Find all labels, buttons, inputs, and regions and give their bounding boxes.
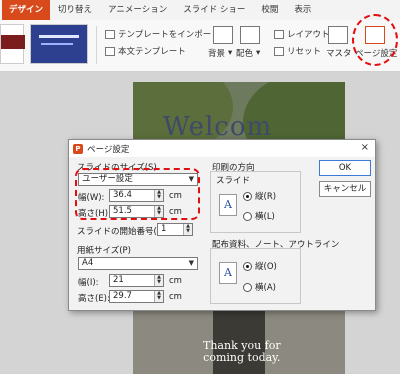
ribbon-divider [96,26,97,64]
chevron-down-icon: ▼ [188,259,194,267]
reset-icon [274,46,284,56]
master-button[interactable]: マスタ [326,47,352,59]
slide-welcome-text: Welcom [163,112,273,142]
notes-landscape-radio[interactable]: 横(A) [243,281,276,293]
highlight-rectangle [75,168,200,220]
background-icon [213,26,233,44]
portrait-page-icon: A [219,262,237,284]
close-icon[interactable]: × [361,142,369,153]
layout-icon [274,29,284,39]
spinner-arrows-icon[interactable]: ▲ ▼ [154,275,163,286]
colors-icon [240,26,260,44]
page-setup-dialog: P ページ設定 × スライドのサイズ(S) ユーザー設定 ▼ 幅(W): 36.… [68,139,376,311]
slide-portrait-radio[interactable]: 縦(R) [243,190,276,202]
portrait-page-icon: A [219,194,237,216]
reset-button[interactable]: リセット [274,45,321,57]
slide-thanks-text: Thank you for coming today. [203,340,281,364]
tab-review[interactable]: 校閲 [253,0,286,20]
paper-size-value: A4 [82,258,94,268]
background-button[interactable]: 背景 ▾ [208,47,232,59]
colors-button[interactable]: 配色 ▾ [236,47,260,59]
import-template-button[interactable]: テンプレートをインポート [105,28,220,40]
paper-width-value: 21 [113,275,124,285]
tab-design[interactable]: デザイン [2,0,51,20]
ribbon-toolbar: テンプレートをインポート 本文テンプレート 背景▾ 配色▾ レイアウト▾ リセッ… [0,20,400,72]
start-number-label: スライドの開始番号(N): [77,227,170,237]
thanks-line-2: coming today. [203,351,281,364]
start-number-field[interactable]: 1 ▲ ▼ [157,223,193,236]
dialog-title: ページ設定 [87,144,130,155]
tab-transitions[interactable]: 切り替え [50,0,100,20]
app-logo-icon: P [73,143,83,154]
radio-icon [243,282,252,292]
paper-width-label: 幅(I): [78,278,99,288]
slide-landscape-radio[interactable]: 横(L) [243,210,275,222]
slide-orientation-label: スライド [216,176,251,186]
body-template-icon [105,46,115,56]
dialog-titlebar: P ページ設定 × [69,140,375,157]
tab-animations[interactable]: アニメーション [100,0,175,20]
paper-width-field[interactable]: 21 ▲ ▼ [109,274,164,287]
paper-height-value: 29.7 [113,291,132,301]
paper-height-field[interactable]: 29.7 ▲ ▼ [109,290,164,303]
tab-view[interactable]: 表示 [286,0,319,20]
spinner-arrows-icon[interactable]: ▲ ▼ [183,224,192,235]
dropdown-icon: ▾ [228,48,233,58]
spinner-arrows-icon[interactable]: ▲ ▼ [154,291,163,302]
tab-slideshow[interactable]: スライド ショー [175,0,253,20]
paper-size-label: 用紙サイズ(P) [77,246,132,256]
radio-icon [243,211,252,221]
cancel-button[interactable]: キャンセル [319,181,371,197]
design-thumbnail-blue[interactable] [30,24,88,64]
body-template-button[interactable]: 本文テンプレート [105,45,186,57]
radio-selected-icon [243,191,252,201]
paper-height-unit: cm [169,292,182,302]
paper-height-label: 高さ(E): [78,294,110,304]
template-import-icon [105,29,115,39]
paper-width-unit: cm [169,276,182,286]
start-number-value: 1 [161,224,167,234]
highlight-circle [352,14,398,66]
paper-size-select[interactable]: A4 ▼ [78,257,198,270]
ok-button[interactable]: OK [319,160,371,176]
notes-portrait-radio[interactable]: 縦(O) [243,260,277,272]
dropdown-icon: ▾ [256,48,261,58]
radio-selected-icon [243,261,252,271]
ribbon-tabs: デザイン 切り替え アニメーション スライド ショー 校閲 表示 [0,0,400,20]
design-thumbnail-red[interactable] [0,24,25,64]
master-icon [328,26,348,44]
